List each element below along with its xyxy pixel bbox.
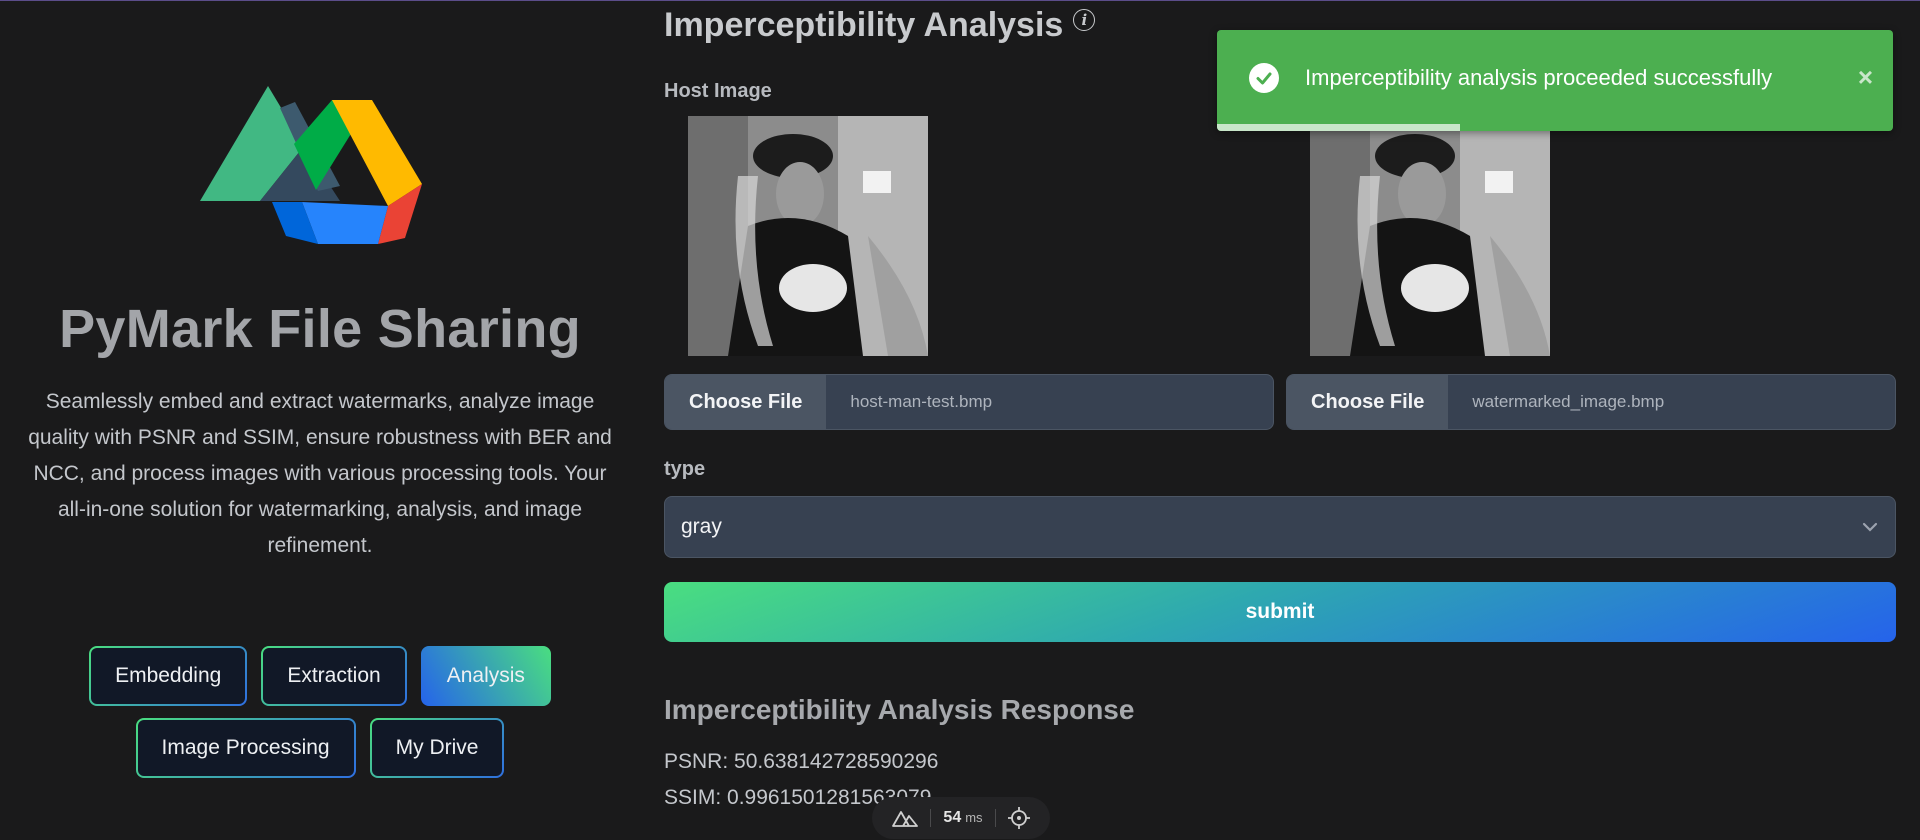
crosshair-icon[interactable] [1007,807,1030,829]
toast-progress-bar [1217,124,1461,131]
render-time: 54 ms [943,809,982,827]
host-file-input[interactable]: Choose File host-man-test.bmp [664,374,1274,430]
watermarked-choose-file-button[interactable]: Choose File [1287,375,1449,429]
host-image-label: Host Image [664,80,772,102]
nav-image-processing-button[interactable]: Image Processing [136,718,356,778]
nav-analysis-button[interactable]: Analysis [420,646,551,706]
host-file-name: host-man-test.bmp [850,392,993,411]
type-select-value: gray [681,515,722,538]
page-title: Imperceptibility Analysis i [664,6,1096,45]
devtools-bar[interactable]: 54 ms [872,797,1050,839]
app-title: PyMark File Sharing [59,299,581,359]
nav-embedding-button[interactable]: Embedding [89,646,247,706]
host-choose-file-button[interactable]: Choose File [665,375,827,429]
host-image-preview [688,116,928,356]
type-select[interactable]: gray [664,496,1896,558]
chevron-down-icon [1862,522,1878,532]
response-title: Imperceptibility Analysis Response [664,694,1135,725]
sidebar: PyMark File Sharing Seamlessly embed and… [0,0,640,840]
app-description: Seamlessly embed and extract watermarks,… [28,390,612,557]
nav-extraction-button[interactable]: Extraction [261,646,406,706]
nav-row-1: Embedding Extraction Analysis [0,646,640,706]
devtools-separator [994,809,996,827]
app-logo-icon [200,86,422,244]
info-icon[interactable]: i [1073,8,1096,31]
close-icon[interactable]: × [1858,62,1873,93]
psnr-result: PSNR: 50.638142728590296 [664,750,939,773]
nuxt-icon[interactable] [892,809,918,827]
check-icon [1249,62,1279,93]
watermarked-file-name: watermarked_image.bmp [1472,392,1665,411]
type-label: type [664,458,706,480]
submit-button[interactable]: submit [664,582,1896,642]
toast-message: Imperceptibility analysis proceeded succ… [1305,64,1773,90]
success-toast[interactable]: Imperceptibility analysis proceeded succ… [1217,30,1893,131]
page-title-text: Imperceptibility Analysis [664,6,1064,44]
watermarked-image-preview [1310,116,1550,356]
render-time-unit: ms [965,810,983,825]
watermarked-file-input[interactable]: Choose File watermarked_image.bmp [1286,374,1896,430]
render-time-value: 54 [943,809,962,826]
devtools-separator [930,809,932,827]
nav-row-2: Image Processing My Drive [0,718,640,778]
nav-my-drive-button[interactable]: My Drive [370,718,505,778]
